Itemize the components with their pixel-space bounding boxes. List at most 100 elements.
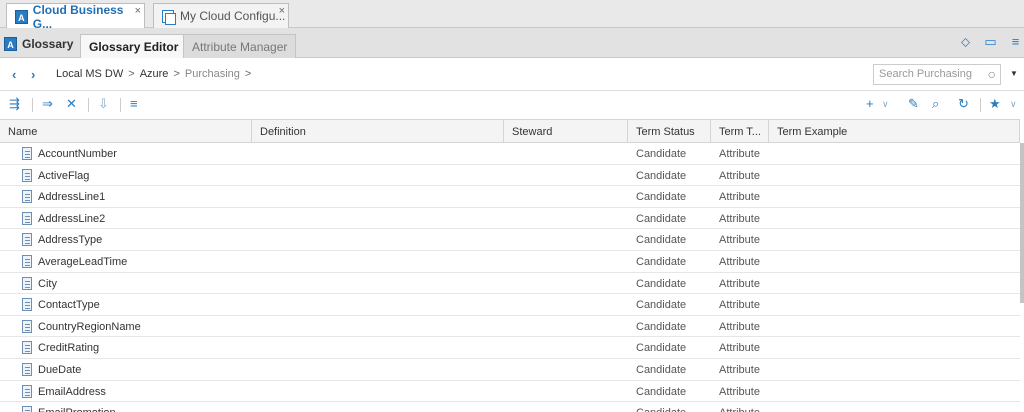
toolbar-divider: [32, 98, 33, 112]
search-icon[interactable]: ○: [988, 66, 996, 82]
glossary-icon: A: [15, 9, 28, 24]
search-input[interactable]: Search Purchasing ○: [873, 64, 1001, 85]
menu-icon[interactable]: ≡: [1007, 34, 1024, 50]
doc-tab-label: My Cloud Configu...: [180, 9, 286, 23]
table-row[interactable]: ActiveFlag Candidate Attribute: [0, 165, 1020, 187]
forward-arrow-icon[interactable]: ›: [31, 67, 35, 82]
term-name: AccountNumber: [38, 148, 117, 160]
breadcrumb-item[interactable]: Local MS DW: [56, 68, 123, 80]
document-tab-bar: A Cloud Business G... × My Cloud Configu…: [0, 0, 1024, 31]
term-status: Candidate: [636, 363, 687, 376]
term-name: EmailPromotion: [30, 402, 252, 412]
table-row[interactable]: ContactType Candidate Attribute: [0, 294, 1020, 316]
vertical-scrollbar[interactable]: [1020, 143, 1024, 303]
term-type: Attribute: [719, 299, 760, 312]
breadcrumb-item-current: Purchasing: [184, 68, 240, 80]
tab-glossary-editor[interactable]: Glossary Editor: [80, 34, 188, 59]
breadcrumb-bar: ‹ › Local MS DW > Azure > Purchasing > S…: [0, 58, 1024, 91]
document-icon: [162, 9, 176, 25]
doc-tab-label: Cloud Business G...: [32, 2, 124, 31]
table-row[interactable]: EmailAddress Candidate Attribute: [0, 381, 1020, 403]
search-placeholder: Search Purchasing: [879, 68, 972, 80]
table-row[interactable]: AddressType Candidate Attribute: [0, 229, 1020, 251]
term-name: AverageLeadTime: [38, 255, 128, 268]
table-row[interactable]: AddressLine2 Candidate Attribute: [0, 208, 1020, 230]
term-name: EmailAddress: [38, 385, 106, 398]
column-header-term-example[interactable]: Term Example: [769, 120, 1020, 143]
table-row[interactable]: DueDate Candidate Attribute: [0, 359, 1020, 381]
term-status: Candidate: [636, 255, 687, 268]
chevron-down-icon[interactable]: ∨: [882, 99, 889, 110]
term-name: ActiveFlag: [38, 169, 90, 182]
table-row[interactable]: City Candidate Attribute: [0, 273, 1020, 295]
term-status: Candidate: [636, 212, 687, 225]
export-icon[interactable]: ⇶: [9, 96, 20, 112]
breadcrumb-item[interactable]: Azure: [140, 68, 169, 80]
table-row[interactable]: AverageLeadTime Candidate Attribute: [0, 251, 1020, 273]
comments-icon[interactable]: ▭: [982, 34, 999, 50]
doc-tab-my-cloud-config[interactable]: My Cloud Configu... ×: [153, 3, 289, 28]
find-icon[interactable]: ⌕: [932, 96, 939, 112]
term-status: Candidate: [636, 277, 687, 290]
term-type: Attribute: [719, 363, 760, 376]
term-status: Candidate: [636, 234, 687, 247]
term-name: AddressType: [38, 234, 103, 247]
term-type: Attribute: [719, 342, 760, 355]
close-icon[interactable]: ×: [279, 5, 285, 17]
tag-icon[interactable]: ⬦: [957, 34, 974, 50]
term-type: Attribute: [719, 169, 760, 182]
column-header-term-type[interactable]: Term T...: [711, 120, 769, 143]
toolbar-divider: [88, 98, 89, 112]
glossary-title: A Glossary: [4, 37, 73, 51]
import-icon[interactable]: ⇩: [98, 96, 109, 112]
doc-tab-cloud-business-glossary[interactable]: A Cloud Business G... ×: [6, 2, 145, 31]
glossary-grid: Name Definition Steward Term Status Term…: [0, 119, 1024, 412]
toolbar-divider: [980, 98, 981, 112]
close-icon[interactable]: ×: [135, 5, 141, 17]
toolbar-divider: [120, 98, 121, 112]
breadcrumb-separator: >: [128, 68, 135, 80]
column-header-steward[interactable]: Steward: [504, 120, 628, 143]
column-header-name[interactable]: Name: [0, 120, 252, 143]
refresh-icon[interactable]: ↻: [958, 96, 969, 112]
add-icon[interactable]: +: [866, 96, 874, 111]
term-name: AddressLine2: [38, 212, 106, 225]
table-row[interactable]: AddressLine1 Candidate Attribute: [0, 186, 1020, 208]
columns-icon[interactable]: ≡: [130, 96, 138, 111]
breadcrumb: Local MS DW > Azure > Purchasing >: [56, 68, 251, 80]
chevron-down-icon[interactable]: ∨: [1010, 99, 1017, 110]
term-name: CountryRegionName: [38, 320, 141, 333]
column-header-term-status[interactable]: Term Status: [628, 120, 711, 143]
toolbar: ⇶ ⇒ ✕ ⇩ ≡ + ∨ ✎ ⌕ ↻ ★ ∨: [0, 91, 1024, 119]
term-type: Attribute: [711, 402, 769, 412]
term-type: Attribute: [719, 148, 760, 160]
term-type: Attribute: [719, 320, 760, 333]
term-name: ContactType: [38, 299, 100, 312]
back-arrow-icon[interactable]: ‹: [12, 67, 16, 82]
column-header-definition[interactable]: Definition: [252, 120, 504, 143]
delete-icon[interactable]: ✕: [66, 96, 77, 112]
tab-attribute-manager[interactable]: Attribute Manager: [183, 34, 297, 58]
table-row[interactable]: EmailPromotion CandidateAttribute: [0, 402, 1020, 412]
term-type: Attribute: [719, 234, 760, 247]
breadcrumb-separator: >: [244, 68, 252, 80]
grid-body: AccountNumber Candidate Attribute ActiveFla…: [0, 143, 1020, 412]
term-name: CreditRating: [38, 342, 100, 355]
favorite-star-icon[interactable]: ★: [989, 96, 1001, 112]
table-row[interactable]: CreditRating Candidate Attribute: [0, 337, 1020, 359]
term-type: Attribute: [719, 212, 760, 225]
term-status: Candidate: [636, 148, 687, 160]
term-type: Attribute: [719, 255, 760, 268]
term-name: AddressLine1: [38, 191, 106, 204]
term-status: Candidate: [636, 191, 687, 204]
search-options-dropdown-icon[interactable]: ▼: [1010, 69, 1018, 78]
move-icon[interactable]: ⇒: [42, 96, 53, 112]
table-row[interactable]: AccountNumber Candidate Attribute: [0, 143, 1020, 165]
edit-icon[interactable]: ✎: [908, 96, 919, 112]
term-status: Candidate: [628, 402, 711, 412]
top-right-icons: ⬦ ▭ ≡: [957, 34, 1024, 50]
term-name: DueDate: [38, 363, 82, 376]
table-row[interactable]: CountryRegionName Candidate Attribute: [0, 316, 1020, 338]
term-status: Candidate: [636, 320, 687, 333]
breadcrumb-separator: >: [173, 68, 180, 80]
